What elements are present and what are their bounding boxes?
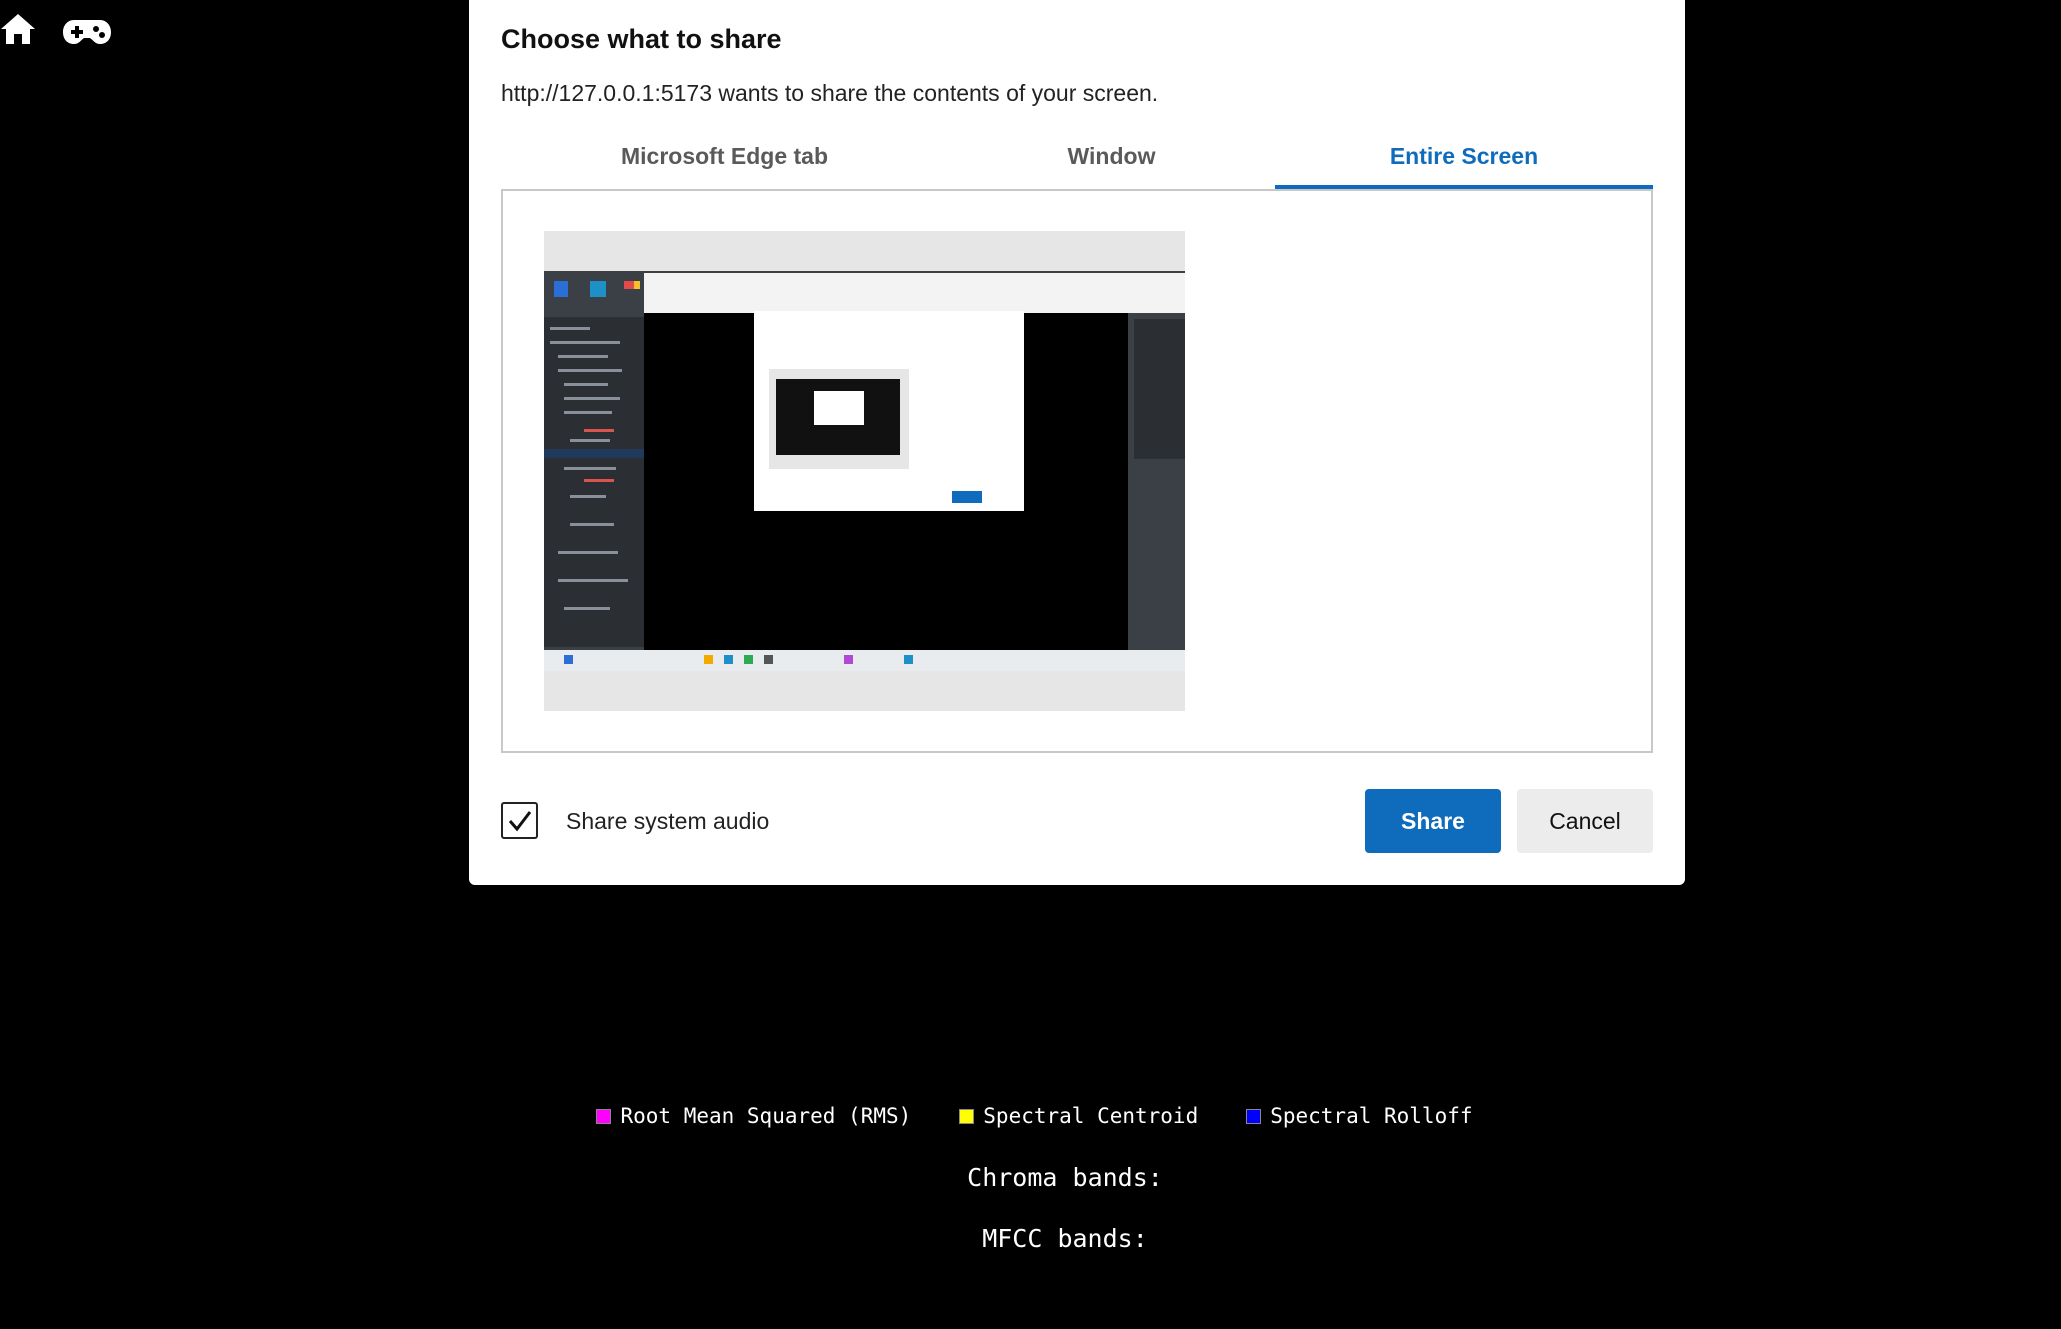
tab-window[interactable]: Window (948, 134, 1275, 189)
dialog-message: http://127.0.0.1:5173 wants to share the… (501, 80, 1159, 106)
share-audio-label: Share system audio (566, 808, 770, 834)
tab-entire-screen[interactable]: Entire Screen (1275, 134, 1653, 189)
share-button[interactable]: Share (1365, 789, 1501, 853)
chroma-bands-label: Chroma bands: (967, 1163, 1163, 1192)
screen-thumbnail-image (544, 271, 1185, 671)
gamepad-icon[interactable] (62, 10, 112, 50)
legend-label-spectral-centroid: Spectral Centroid (983, 1104, 1199, 1128)
tab-microsoft-edge-tab[interactable]: Microsoft Edge tab (501, 134, 948, 189)
feature-legend: Root Mean Squared (RMS) Spectral Centroi… (0, 1104, 2061, 1128)
legend-item-spectral-centroid: Spectral Centroid (959, 1104, 1198, 1128)
preview-pane (501, 189, 1653, 753)
thumbnail-browser-toolbar (644, 273, 1185, 313)
legend-item-rms: Root Mean Squared (RMS) (596, 1104, 911, 1128)
legend-swatch-rms (596, 1108, 612, 1124)
home-icon[interactable] (0, 10, 36, 50)
thumbnail-ide-panel (544, 317, 644, 647)
thumbnail-desktop-icons (550, 277, 640, 305)
legend-swatch-spectral-centroid (959, 1108, 975, 1124)
thumbnail-start-icon (564, 655, 573, 664)
checkmark-icon (508, 811, 532, 832)
thumbnail-right-panel (1134, 319, 1185, 459)
screen-thumbnail[interactable] (544, 231, 1185, 711)
share-source-tabs: Microsoft Edge tab Window Entire Screen (501, 134, 1653, 191)
thumbnail-taskbar (544, 650, 1185, 671)
mfcc-bands-label: MFCC bands: (982, 1224, 1148, 1253)
app-root: Choose what to share http://127.0.0.1:51… (0, 0, 2061, 1329)
cancel-button[interactable]: Cancel (1517, 789, 1653, 853)
share-audio-checkbox[interactable] (501, 802, 538, 839)
thumbnail-taskbar-icon (704, 655, 713, 664)
legend-swatch-spectral-rolloff (1246, 1108, 1262, 1124)
thumbnail-taskbar-icon (744, 655, 753, 664)
thumbnail-taskbar-icon (904, 655, 913, 664)
thumbnail-taskbar-icon (724, 655, 733, 664)
thumbnail-taskbar-icon (844, 655, 853, 664)
thumbnail-share-button (952, 491, 982, 503)
legend-label-rms: Root Mean Squared (RMS) (620, 1104, 912, 1128)
share-dialog: Choose what to share http://127.0.0.1:51… (469, 0, 1685, 885)
thumbnail-taskbar-icon (764, 655, 773, 664)
legend-item-spectral-rolloff: Spectral Rolloff (1246, 1104, 1473, 1128)
thumbnail-nested-dialog (814, 391, 864, 425)
dialog-title: Choose what to share (501, 24, 782, 54)
legend-label-spectral-rolloff: Spectral Rolloff (1270, 1104, 1473, 1128)
